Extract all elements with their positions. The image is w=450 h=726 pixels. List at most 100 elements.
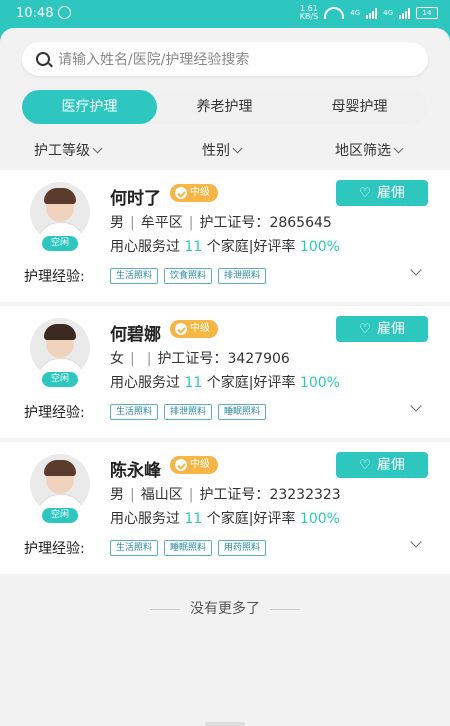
caregiver-info: 女 | | 护工证号：3427906 bbox=[110, 348, 290, 368]
experience-tag: 饮食照料 bbox=[164, 268, 213, 284]
separator: | bbox=[146, 351, 152, 367]
divider bbox=[270, 608, 300, 610]
chevron-down-icon bbox=[92, 143, 103, 153]
filter-region[interactable]: 地区筛选 bbox=[335, 140, 404, 160]
gender: 男 bbox=[110, 487, 124, 503]
alarm-icon bbox=[58, 6, 71, 19]
experience-tag: 排泄照料 bbox=[164, 404, 213, 420]
net1-label: 4G bbox=[350, 9, 361, 17]
status-badge: 空闲 bbox=[42, 372, 78, 387]
divider bbox=[150, 608, 180, 610]
avatar bbox=[30, 454, 90, 514]
tab-medical-care[interactable]: 医疗护理 bbox=[22, 90, 157, 124]
cert-label: 护工证号： bbox=[199, 487, 270, 503]
status-badge: 空闲 bbox=[42, 508, 78, 523]
service-suffix: 个家庭 bbox=[206, 239, 249, 255]
caregiver-info: 男 | 福山区 | 护工证号：23232323 bbox=[110, 484, 341, 504]
battery-icon: 14 bbox=[416, 7, 438, 19]
separator: | bbox=[188, 215, 194, 231]
service-suffix: 个家庭 bbox=[206, 511, 249, 527]
avatar bbox=[30, 318, 90, 378]
chevron-down-icon[interactable] bbox=[410, 536, 422, 548]
heart-icon: ♡ bbox=[359, 186, 371, 201]
region: 牟平区 bbox=[140, 215, 183, 231]
cert-label: 护工证号： bbox=[157, 351, 228, 367]
caregiver-name: 陈永峰 bbox=[110, 461, 161, 481]
family-count: 11 bbox=[184, 375, 203, 391]
hire-label: 雇佣 bbox=[376, 321, 405, 337]
service-suffix: 个家庭 bbox=[206, 375, 249, 391]
caregiver-card[interactable]: 空闲 陈永峰 中级 ♡ 雇佣 男 | 福山区 | 护工证号：23232323 用心服务过 … bbox=[0, 442, 450, 574]
wifi-icon bbox=[324, 7, 345, 19]
rating-label: 好评率 bbox=[253, 375, 296, 391]
service-stats: 用心服务过 11 个家庭|好评率 100% bbox=[110, 236, 340, 256]
search-bar[interactable] bbox=[22, 42, 428, 76]
search-icon bbox=[36, 52, 50, 66]
experience-label: 护理经验: bbox=[24, 405, 85, 421]
hire-button[interactable]: ♡ 雇佣 bbox=[336, 180, 428, 206]
signal-icon-2 bbox=[399, 7, 410, 19]
caregiver-info: 男 | 牟平区 | 护工证号：2865645 bbox=[110, 212, 332, 232]
family-count: 11 bbox=[184, 239, 203, 255]
experience-tag: 用药照料 bbox=[218, 540, 267, 556]
caregiver-card[interactable]: 空闲 何时了 中级 ♡ 雇佣 男 | 牟平区 | 护工证号：2865645 用心服务过 1… bbox=[0, 170, 450, 302]
cert-number: 23232323 bbox=[269, 487, 341, 503]
separator: | bbox=[130, 215, 135, 231]
experience-tag: 生活照料 bbox=[110, 268, 159, 284]
heart-icon: ♡ bbox=[359, 322, 371, 337]
experience-tag: 生活照料 bbox=[110, 404, 159, 420]
search-input[interactable] bbox=[56, 48, 420, 72]
chevron-down-icon[interactable] bbox=[410, 400, 422, 412]
hire-button[interactable]: ♡ 雇佣 bbox=[336, 452, 428, 478]
rating-value: 100% bbox=[299, 375, 340, 391]
network-speed: 1.61 KB/S bbox=[300, 5, 319, 21]
service-prefix: 用心服务过 bbox=[110, 375, 180, 391]
region: 福山区 bbox=[140, 487, 183, 503]
service-prefix: 用心服务过 bbox=[110, 239, 180, 255]
level-badge: 中级 bbox=[170, 184, 218, 202]
separator: | bbox=[188, 487, 194, 503]
experience-tag: 排泄照料 bbox=[218, 268, 267, 284]
experience-tag: 生活照料 bbox=[110, 540, 159, 556]
level-badge: 中级 bbox=[170, 320, 218, 338]
status-bar: 10:48 1.61 KB/S 4G 4G 14 bbox=[0, 0, 450, 28]
experience-label: 护理经验: bbox=[24, 269, 85, 285]
filter-level-label: 护工等级 bbox=[34, 143, 90, 159]
hire-label: 雇佣 bbox=[376, 457, 405, 473]
category-tabs: 医疗护理 养老护理 母婴护理 bbox=[22, 90, 428, 124]
filter-gender[interactable]: 性别 bbox=[202, 140, 243, 160]
experience-tags: 生活照料 排泄照料 睡眠照料 bbox=[110, 404, 267, 420]
level-badge: 中级 bbox=[170, 456, 218, 474]
chevron-down-icon bbox=[393, 143, 404, 153]
filter-gender-label: 性别 bbox=[202, 143, 230, 159]
chevron-down-icon[interactable] bbox=[410, 264, 422, 276]
caregiver-name: 何碧娜 bbox=[110, 325, 161, 345]
experience-tags: 生活照料 饮食照料 排泄照料 bbox=[110, 268, 267, 284]
avatar bbox=[30, 182, 90, 242]
filter-level[interactable]: 护工等级 bbox=[34, 140, 103, 160]
tab-maternal-infant-care[interactable]: 母婴护理 bbox=[292, 90, 427, 124]
filter-bar: 护工等级 性别 地区筛选 bbox=[0, 138, 450, 162]
signal-icon bbox=[366, 7, 378, 19]
experience-tag: 睡眠照料 bbox=[218, 404, 267, 420]
caregiver-card[interactable]: 空闲 何碧娜 中级 ♡ 雇佣 女 | | 护工证号：3427906 用心服务过 11 个… bbox=[0, 306, 450, 438]
family-count: 11 bbox=[184, 511, 203, 527]
cert-number: 3427906 bbox=[227, 351, 290, 367]
rating-label: 好评率 bbox=[253, 511, 296, 527]
caregiver-name: 何时了 bbox=[110, 189, 161, 209]
heart-icon: ♡ bbox=[359, 458, 371, 473]
cert-number: 2865645 bbox=[269, 215, 332, 231]
separator: | bbox=[130, 351, 135, 367]
experience-tags: 生活照料 睡眠照料 用药照料 bbox=[110, 540, 267, 556]
net2-label: 4G bbox=[383, 9, 393, 17]
service-prefix: 用心服务过 bbox=[110, 511, 180, 527]
experience-tag: 睡眠照料 bbox=[164, 540, 213, 556]
gender: 男 bbox=[110, 215, 124, 231]
experience-label: 护理经验: bbox=[24, 541, 85, 557]
speed-unit: KB/S bbox=[299, 12, 319, 21]
hire-button[interactable]: ♡ 雇佣 bbox=[336, 316, 428, 342]
separator: | bbox=[130, 487, 135, 503]
service-stats: 用心服务过 11 个家庭|好评率 100% bbox=[110, 508, 340, 528]
home-indicator bbox=[205, 722, 245, 726]
tab-elderly-care[interactable]: 养老护理 bbox=[157, 90, 292, 124]
